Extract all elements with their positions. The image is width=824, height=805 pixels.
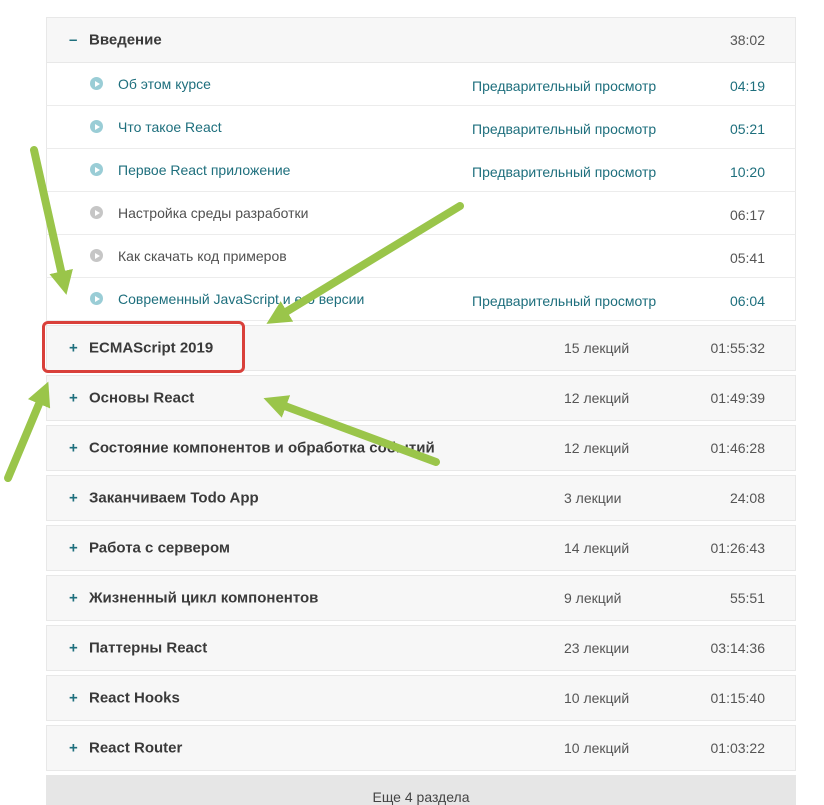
lecture-title: Как скачать код примеров bbox=[118, 248, 287, 264]
section-duration: 01:03:22 bbox=[710, 740, 766, 756]
lecture-item: Настройка среды разработки 06:17 bbox=[46, 192, 796, 235]
section-lecture-count: 3 лекции bbox=[564, 490, 622, 506]
section-duration: 01:49:39 bbox=[710, 390, 766, 406]
expand-icon[interactable]: + bbox=[69, 640, 78, 657]
section-title: React Router bbox=[89, 739, 183, 757]
section-header[interactable]: + Жизненный цикл компонентов 9 лекций 55… bbox=[46, 575, 796, 621]
section-header[interactable]: + React Router 10 лекций 01:03:22 bbox=[46, 725, 796, 771]
lecture-item[interactable]: Современный JavaScript и его версии Пред… bbox=[46, 278, 796, 321]
lecture-duration: 10:20 bbox=[729, 164, 765, 180]
preview-link[interactable]: Предварительный просмотр bbox=[472, 121, 656, 137]
lecture-list: Об этом курсе Предварительный просмотр 0… bbox=[46, 63, 796, 321]
section-duration: 38:02 bbox=[729, 32, 765, 48]
play-icon bbox=[90, 206, 103, 219]
section-lecture-count: 14 лекций bbox=[564, 540, 630, 556]
lecture-title: Настройка среды разработки bbox=[118, 205, 309, 221]
play-icon bbox=[90, 120, 103, 133]
lecture-title[interactable]: Первое React приложение bbox=[118, 162, 290, 178]
section-lecture-count: 10 лекций bbox=[564, 690, 630, 706]
section-title: Паттерны React bbox=[89, 639, 208, 657]
play-icon bbox=[90, 163, 103, 176]
section-title: Состояние компонентов и обработка событи… bbox=[89, 439, 435, 457]
section-lecture-count: 12 лекций bbox=[564, 440, 630, 456]
section-header[interactable]: + Заканчиваем Todo App 3 лекции 24:08 bbox=[46, 475, 796, 521]
section-duration: 01:46:28 bbox=[710, 440, 766, 456]
section-header[interactable]: + Паттерны React 23 лекции 03:14:36 bbox=[46, 625, 796, 671]
preview-link[interactable]: Предварительный просмотр bbox=[472, 78, 656, 94]
section-duration: 03:14:36 bbox=[710, 640, 766, 656]
section-header[interactable]: + Работа с сервером 14 лекций 01:26:43 bbox=[46, 525, 796, 571]
expand-icon[interactable]: + bbox=[69, 440, 78, 457]
preview-link[interactable]: Предварительный просмотр bbox=[472, 164, 656, 180]
section-title: Работа с сервером bbox=[89, 539, 231, 557]
highlight-box bbox=[42, 321, 245, 373]
section-intro-header[interactable]: – Введение 38:02 bbox=[46, 17, 796, 63]
section-lecture-count: 15 лекций bbox=[564, 340, 630, 356]
play-icon bbox=[90, 292, 103, 305]
section-title: Заканчиваем Todo App bbox=[89, 489, 259, 507]
lecture-title[interactable]: Об этом курсе bbox=[118, 76, 211, 92]
lecture-title[interactable]: Что такое React bbox=[118, 119, 222, 135]
section-duration: 55:51 bbox=[729, 590, 765, 606]
section-duration: 01:15:40 bbox=[710, 690, 766, 706]
expand-icon[interactable]: + bbox=[69, 690, 78, 707]
section-header[interactable]: + Состояние компонентов и обработка собы… bbox=[46, 425, 796, 471]
section-title: React Hooks bbox=[89, 689, 180, 707]
section-lecture-count: 9 лекций bbox=[564, 590, 622, 606]
section-duration: 24:08 bbox=[729, 490, 765, 506]
course-curriculum: – Введение 38:02 Об этом курсе Предварит… bbox=[46, 17, 796, 805]
expand-icon[interactable]: + bbox=[69, 540, 78, 557]
expand-icon[interactable]: + bbox=[69, 740, 78, 757]
more-sections-button[interactable]: Еще 4 раздела bbox=[46, 775, 796, 805]
preview-link[interactable]: Предварительный просмотр bbox=[472, 293, 656, 309]
section-lecture-count: 23 лекции bbox=[564, 640, 630, 656]
collapse-icon[interactable]: – bbox=[69, 32, 77, 49]
lecture-duration: 06:04 bbox=[729, 293, 765, 309]
expand-icon[interactable]: + bbox=[69, 490, 78, 507]
lecture-item: Как скачать код примеров 05:41 bbox=[46, 235, 796, 278]
lecture-duration: 05:41 bbox=[729, 250, 765, 266]
section-duration: 01:55:32 bbox=[710, 340, 766, 356]
lecture-duration: 05:21 bbox=[729, 121, 765, 137]
expand-icon[interactable]: + bbox=[69, 390, 78, 407]
lecture-item[interactable]: Первое React приложение Предварительный … bbox=[46, 149, 796, 192]
more-sections-label: Еще 4 раздела bbox=[372, 789, 470, 805]
section-header[interactable]: + Основы React 12 лекций 01:49:39 bbox=[46, 375, 796, 421]
section-lecture-count: 10 лекций bbox=[564, 740, 630, 756]
section-title: Введение bbox=[89, 31, 162, 49]
play-icon bbox=[90, 77, 103, 90]
section-header[interactable]: + React Hooks 10 лекций 01:15:40 bbox=[46, 675, 796, 721]
lecture-duration: 04:19 bbox=[729, 78, 765, 94]
arrow-up-icon bbox=[4, 381, 51, 482]
section-title: Жизненный цикл компонентов bbox=[89, 589, 319, 607]
expand-icon[interactable]: + bbox=[69, 590, 78, 607]
section-lecture-count: 12 лекций bbox=[564, 390, 630, 406]
lecture-duration: 06:17 bbox=[729, 207, 765, 223]
section-duration: 01:26:43 bbox=[710, 540, 766, 556]
section-title: Основы React bbox=[89, 389, 195, 407]
lecture-item[interactable]: Что такое React Предварительный просмотр… bbox=[46, 106, 796, 149]
play-icon bbox=[90, 249, 103, 262]
lecture-title[interactable]: Современный JavaScript и его версии bbox=[118, 291, 364, 307]
lecture-item[interactable]: Об этом курсе Предварительный просмотр 0… bbox=[46, 63, 796, 106]
